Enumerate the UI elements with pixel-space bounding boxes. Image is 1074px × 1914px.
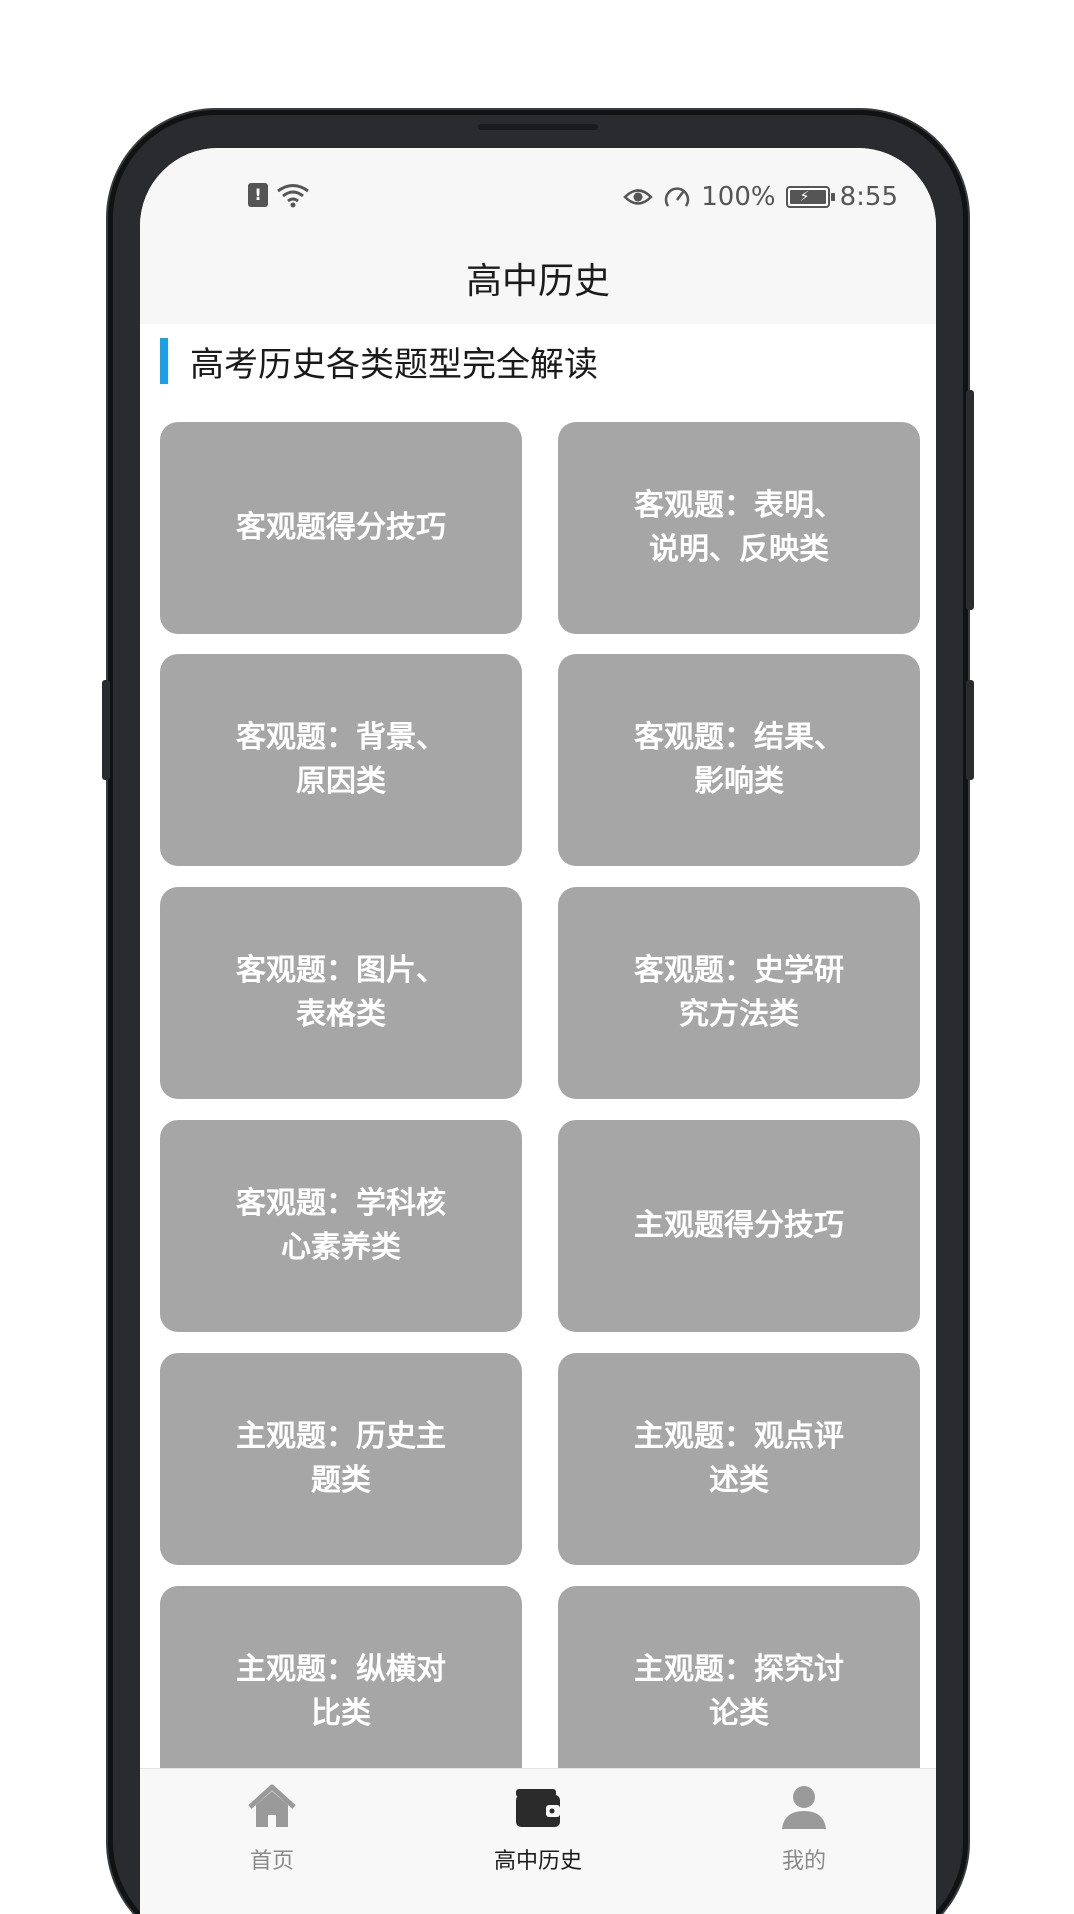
tab-history[interactable]: 高中历史 <box>438 1783 638 1875</box>
tab-home-label: 首页 <box>249 1849 294 1874</box>
card-label: 主观题得分技巧 <box>634 1208 844 1243</box>
wallet-icon <box>516 1789 560 1827</box>
card-label-line2: 原因类 <box>296 764 386 799</box>
sim-alert-icon: ! <box>248 183 268 207</box>
tab-me-label: 我的 <box>781 1849 826 1874</box>
status-bar: ! 100% ⚡ 8:55 <box>140 178 936 218</box>
volume-button <box>966 680 974 780</box>
card-label: 主观题：观点评 <box>634 1419 844 1454</box>
home-icon <box>248 1784 296 1827</box>
section-heading: 高考历史各类题型完全解读 <box>160 336 598 386</box>
top-area: ! 100% ⚡ 8:55 高中历史 <box>140 148 936 324</box>
speed-gauge-icon <box>665 187 690 207</box>
section-accent-bar <box>160 338 168 384</box>
card-label-line2: 究方法类 <box>679 997 799 1032</box>
card-label: 主观题：探究讨 <box>634 1652 844 1687</box>
topic-card[interactable]: 主观题：历史主 题类 <box>160 1353 522 1565</box>
topic-card[interactable]: 主观题：观点评 述类 <box>558 1353 920 1565</box>
topic-card[interactable]: 主观题：纵横对 比类 <box>160 1586 522 1798</box>
card-label-line2: 论类 <box>709 1696 769 1731</box>
clock: 8:55 <box>839 182 898 212</box>
card-label: 客观题：史学研 <box>634 953 844 988</box>
card-label: 客观题：表明、 <box>634 488 844 523</box>
battery-percent: 100% <box>701 182 776 212</box>
card-label: 主观题：历史主 <box>236 1419 446 1454</box>
topic-card[interactable]: 客观题：结果、 影响类 <box>558 654 920 866</box>
card-label-line2: 表格类 <box>296 997 386 1032</box>
tab-history-label: 高中历史 <box>493 1849 582 1874</box>
topic-card[interactable]: 客观题得分技巧 <box>160 422 522 634</box>
topic-card[interactable]: 主观题得分技巧 <box>558 1120 920 1332</box>
card-label: 客观题：结果、 <box>634 720 844 755</box>
card-label-line2: 述类 <box>709 1463 769 1498</box>
topic-card[interactable]: 主观题：探究讨 论类 <box>558 1586 920 1798</box>
topic-card[interactable]: 客观题：学科核 心素养类 <box>160 1120 522 1332</box>
topic-card[interactable]: 客观题：图片、 表格类 <box>160 887 522 1099</box>
topic-card[interactable]: 客观题：史学研 究方法类 <box>558 887 920 1099</box>
tab-home[interactable]: 首页 <box>172 1783 372 1875</box>
phone-notch <box>478 124 598 130</box>
wifi-icon <box>277 184 309 208</box>
card-label: 客观题得分技巧 <box>236 510 446 545</box>
card-label: 客观题：背景、 <box>236 720 446 755</box>
side-button <box>102 680 110 780</box>
page-title: 高中历史 <box>465 261 610 302</box>
card-label-line2: 比类 <box>311 1696 371 1731</box>
eye-icon <box>623 189 654 205</box>
topic-card[interactable]: 客观题：背景、 原因类 <box>160 654 522 866</box>
topic-card[interactable]: 客观题：表明、 说明、反映类 <box>558 422 920 634</box>
bottom-tab-bar: 首页 高中历史 我的 <box>140 1768 936 1914</box>
card-label-line2: 说明、反映类 <box>649 532 829 567</box>
card-label-line2: 题类 <box>311 1463 371 1498</box>
user-icon <box>782 1786 826 1829</box>
power-button <box>966 390 974 610</box>
tab-me[interactable]: 我的 <box>704 1783 904 1875</box>
battery-icon: ⚡ <box>785 186 835 208</box>
card-label-line2: 影响类 <box>694 764 784 799</box>
card-label: 客观题：学科核 <box>236 1186 446 1221</box>
card-label: 主观题：纵横对 <box>236 1652 446 1687</box>
section-heading-text: 高考历史各类题型完全解读 <box>190 344 598 385</box>
card-label-line2: 心素养类 <box>281 1230 401 1265</box>
app-screen: ! 100% ⚡ 8:55 高中历史 高考历史各类题型完全解读 客观题得分技巧 … <box>140 148 936 1914</box>
card-label: 客观题：图片、 <box>236 953 446 988</box>
